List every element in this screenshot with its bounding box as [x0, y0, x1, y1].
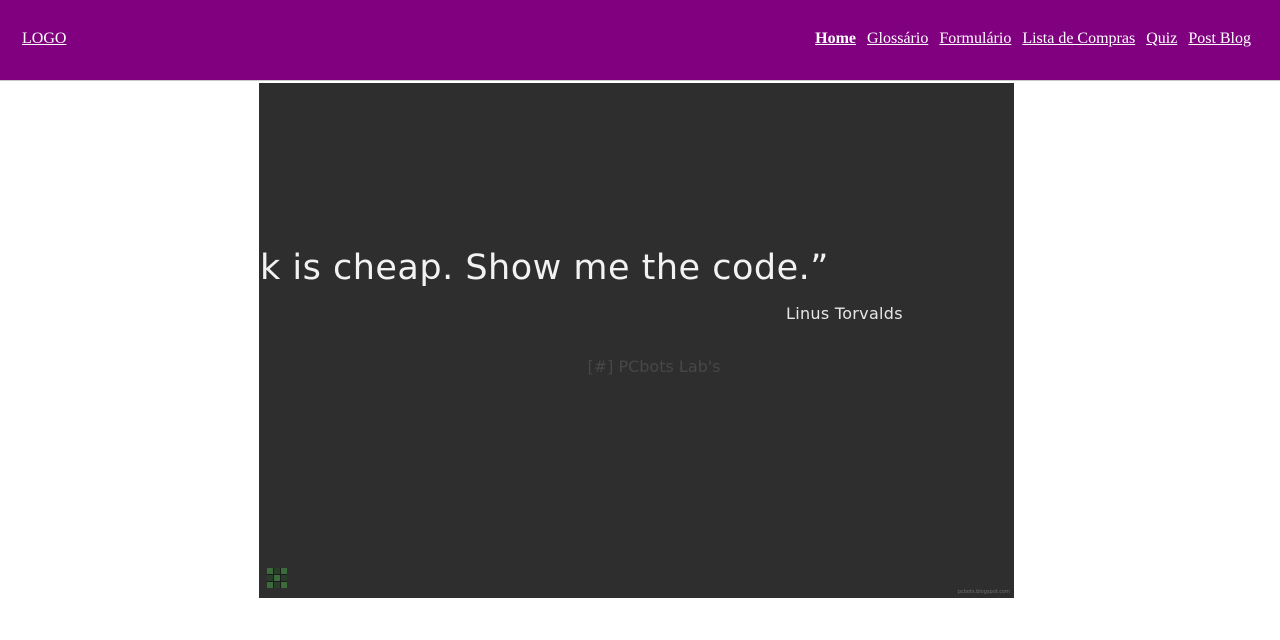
- nav-link-home[interactable]: Home: [815, 30, 856, 48]
- grid-icon: [267, 568, 287, 588]
- grid-cell: [281, 575, 287, 581]
- grid-cell: [267, 568, 273, 574]
- top-navbar: LOGO Home Glossário Formulário Lista de …: [0, 0, 1280, 81]
- hero-quote-image: “Talk is cheap. Show me the code.” Linus…: [259, 83, 1014, 598]
- nav-link-lista-de-compras[interactable]: Lista de Compras: [1022, 30, 1135, 48]
- nav-link-formulario[interactable]: Formulário: [939, 30, 1011, 48]
- site-credit: pcbots.blogspot.com: [957, 589, 1010, 595]
- grid-cell: [267, 575, 273, 581]
- logo-link[interactable]: LOGO: [22, 30, 66, 48]
- grid-cell: [274, 575, 280, 581]
- grid-cell: [281, 568, 287, 574]
- grid-cell: [274, 582, 280, 588]
- nav-link-post-blog[interactable]: Post Blog: [1188, 30, 1251, 48]
- grid-cell: [281, 582, 287, 588]
- watermark-text: [#] PCbots Lab's: [587, 357, 721, 376]
- quote-author: Linus Torvalds: [786, 304, 903, 323]
- nav-link-quiz[interactable]: Quiz: [1146, 30, 1177, 48]
- grid-cell: [274, 568, 280, 574]
- grid-cell: [267, 582, 273, 588]
- quote-text: “Talk is cheap. Show me the code.”: [259, 248, 829, 288]
- nav-link-glossario[interactable]: Glossário: [867, 30, 928, 48]
- main-nav: Home Glossário Formulário Lista de Compr…: [815, 30, 1251, 48]
